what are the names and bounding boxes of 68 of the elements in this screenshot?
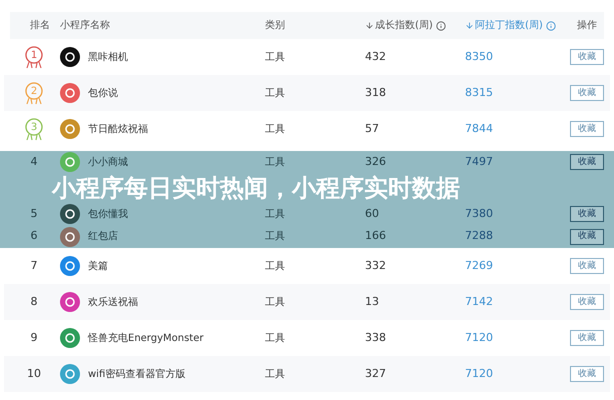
category-cell-text: 工具 xyxy=(265,208,286,222)
growth-cell-text: 332 xyxy=(365,258,387,274)
aladdin-cell-text: 7288 xyxy=(465,228,494,244)
category-cell-text: 工具 xyxy=(265,260,286,274)
app-name: wifi密码查看器官方版 xyxy=(88,368,186,382)
app-name: 怪兽充电EnergyMonster xyxy=(88,332,204,346)
app-name: 节日酷炫祝福 xyxy=(88,122,148,136)
category-cell-text: 工具 xyxy=(265,156,286,170)
favorite-button[interactable]: 收藏 xyxy=(570,85,604,101)
rank-number: 9 xyxy=(30,330,38,346)
aladdin-cell-text: 7120 xyxy=(465,366,494,382)
sort-column-header[interactable]: 阿拉丁指数(周) xyxy=(465,18,556,33)
category-cell-text: 工具 xyxy=(265,230,286,244)
sort-arrow-icon xyxy=(465,21,474,30)
info-icon xyxy=(436,20,446,30)
app-name: 欢乐送祝福 xyxy=(88,296,138,310)
app-name: 包你懂我 xyxy=(88,208,128,222)
category-cell-text: 工具 xyxy=(265,332,286,346)
favorite-button[interactable]: 收藏 xyxy=(570,206,604,222)
category-cell-text: 工具 xyxy=(265,368,286,382)
aladdin-cell-text: 7142 xyxy=(465,294,494,310)
favorite-button[interactable]: 收藏 xyxy=(570,294,604,310)
app-name: 黑咔相机 xyxy=(88,50,128,64)
growth-cell-text: 57 xyxy=(365,120,380,137)
favorite-button[interactable]: 收藏 xyxy=(570,228,604,244)
category-cell-text: 工具 xyxy=(265,122,286,136)
aladdin-cell-text: 7120 xyxy=(465,330,494,346)
column-header: 排名 xyxy=(30,18,50,33)
rank-number: 7 xyxy=(30,258,38,274)
growth-cell-text: 166 xyxy=(365,228,387,244)
aladdin-cell-text: 7380 xyxy=(465,206,494,222)
rank-number: 8 xyxy=(30,294,38,310)
column-header: 操作 xyxy=(577,19,597,33)
rank-number: 10 xyxy=(27,366,41,382)
info-icon xyxy=(546,20,556,30)
category-cell-text: 工具 xyxy=(265,296,286,310)
growth-cell-text: 13 xyxy=(365,294,380,310)
category-cell-text: 工具 xyxy=(265,50,286,64)
sort-column-header[interactable]: 成长指数(周) xyxy=(365,18,446,33)
rank-number: 5 xyxy=(30,206,38,222)
app-name: 红包店 xyxy=(88,230,118,244)
growth-cell-text: 318 xyxy=(365,84,387,101)
category-cell-text: 工具 xyxy=(265,86,286,100)
column-header: 类别 xyxy=(265,18,285,33)
growth-cell-text: 432 xyxy=(365,48,387,65)
favorite-button[interactable]: 收藏 xyxy=(570,154,604,170)
favorite-button[interactable]: 收藏 xyxy=(570,330,604,346)
aladdin-cell-text: 8315 xyxy=(465,84,494,101)
favorite-button[interactable]: 收藏 xyxy=(570,49,604,65)
app-name: 小小商城 xyxy=(88,156,128,170)
growth-cell-text: 326 xyxy=(365,154,387,170)
favorite-button[interactable]: 收藏 xyxy=(570,258,604,274)
aladdin-cell-text: 7269 xyxy=(465,258,494,274)
growth-cell-text: 60 xyxy=(365,206,380,222)
app-name: 包你说 xyxy=(88,86,118,100)
column-header: 小程序名称 xyxy=(60,18,110,33)
app-name: 美篇 xyxy=(88,260,108,274)
favorite-button[interactable]: 收藏 xyxy=(570,121,604,137)
aladdin-cell-text: 7844 xyxy=(465,120,494,137)
growth-cell-text: 338 xyxy=(365,330,387,346)
favorite-button[interactable]: 收藏 xyxy=(570,366,604,382)
aladdin-cell-text: 8350 xyxy=(465,48,494,65)
banner-title: 小程序每日实时热闻，小程序实时数据 xyxy=(52,173,460,203)
aladdin-cell-text: 7497 xyxy=(465,154,494,170)
growth-cell-text: 327 xyxy=(365,366,387,382)
rank-number: 4 xyxy=(30,154,38,170)
rank-number: 6 xyxy=(30,228,38,244)
sort-arrow-icon xyxy=(365,21,374,30)
